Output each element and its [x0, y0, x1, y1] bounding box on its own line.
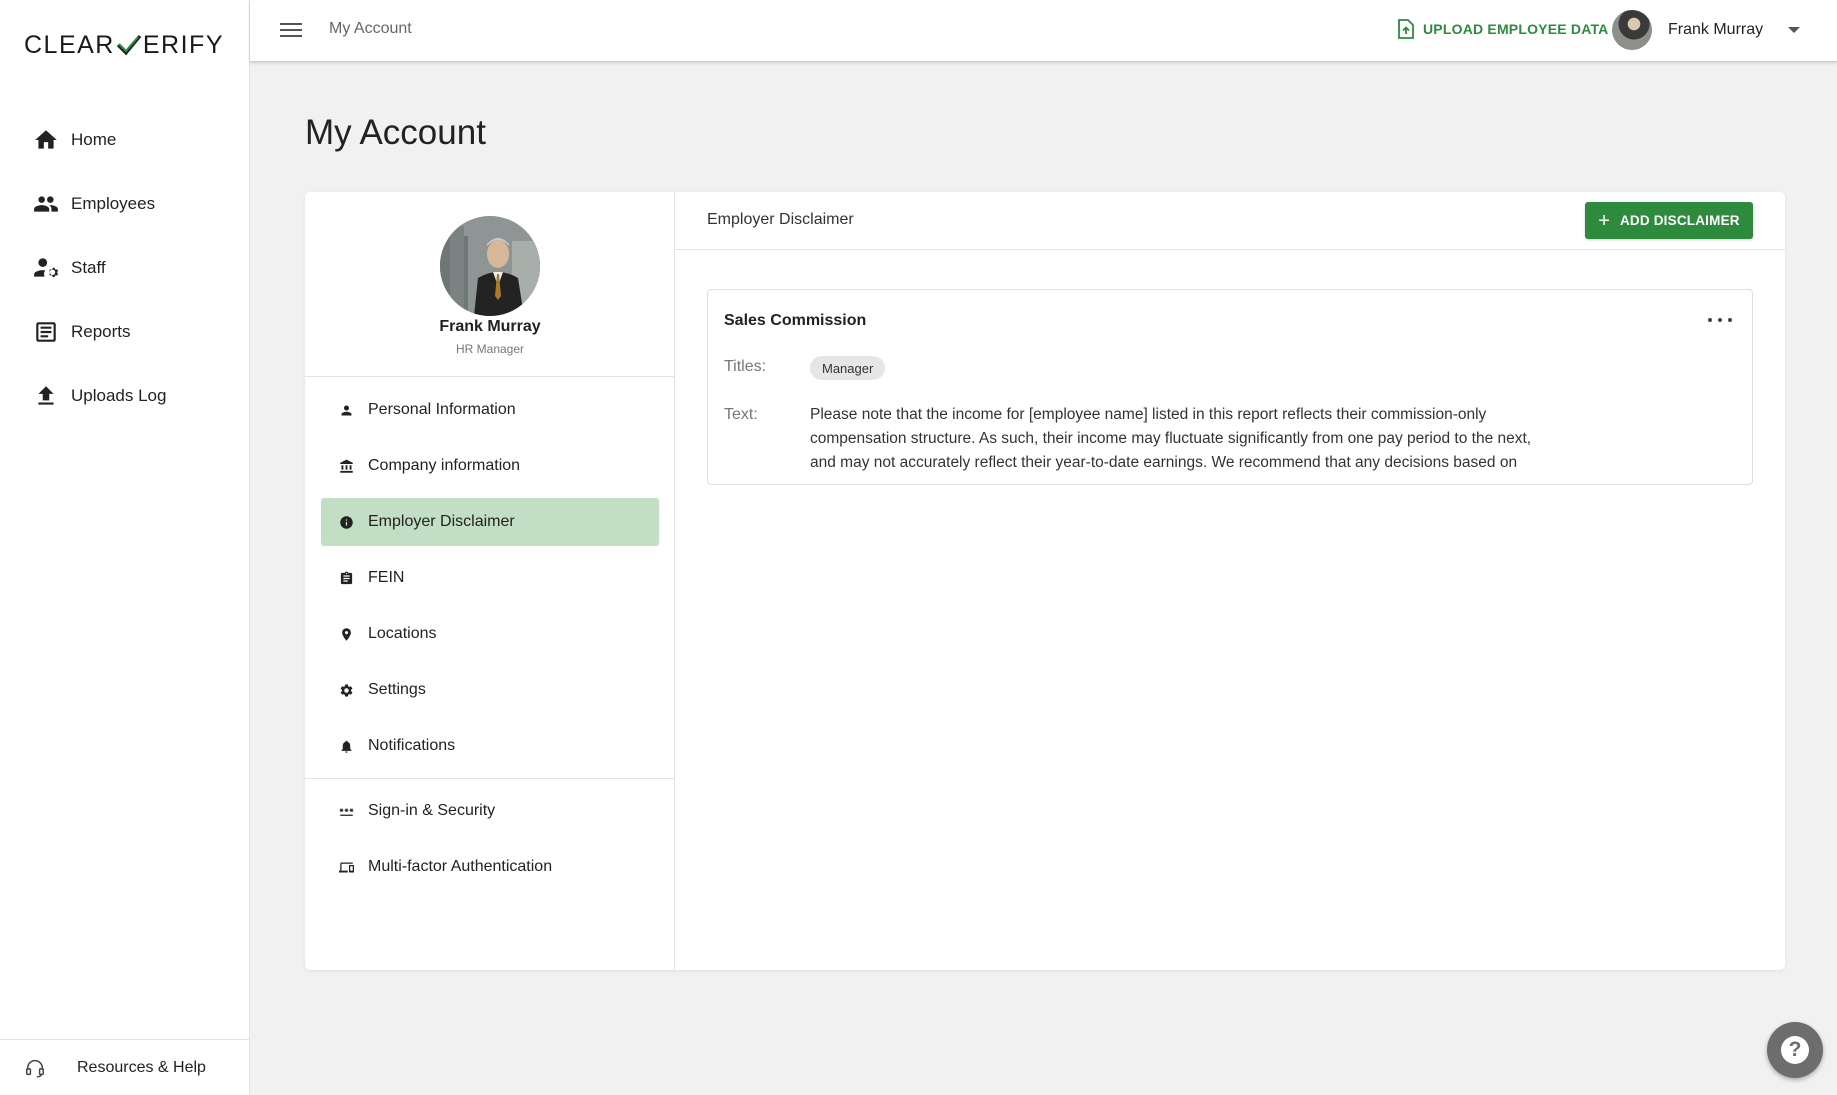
menu-item-notifications[interactable]: Notifications — [321, 722, 659, 770]
profile-name: Frank Murray — [439, 318, 541, 335]
add-disclaimer-label: ADD DISCLAIMER — [1619, 213, 1740, 228]
clipboard-icon — [337, 569, 355, 587]
menu-item-fein[interactable]: FEIN — [321, 554, 659, 602]
checkmark-icon — [116, 34, 142, 56]
menu-item-label: Sign-in & Security — [368, 802, 496, 819]
titles-label: Titles: — [724, 358, 767, 375]
panel-header: Employer Disclaimer + ADD DISCLAIMER — [675, 192, 1785, 250]
clearverify-logo[interactable]: CLEAR ERIFY — [24, 30, 224, 60]
logo-text-right: ERIFY — [142, 30, 224, 59]
title-chip: Manager — [810, 356, 886, 380]
location-pin-icon — [337, 625, 355, 643]
people-icon — [32, 190, 60, 218]
breadcrumb: My Account — [329, 20, 412, 37]
sidebar-item-staff[interactable]: Staff — [0, 236, 250, 300]
menu-item-locations[interactable]: Locations — [321, 610, 659, 658]
disclaimer-card: Sales Commission Titles: Manager Text: P… — [707, 289, 1753, 485]
menu-item-label: Locations — [368, 625, 437, 642]
menu-item-label: Settings — [368, 681, 426, 698]
profile-avatar — [440, 216, 540, 316]
caret-down-icon — [1788, 27, 1801, 33]
sidebar-item-label: Staff — [71, 258, 106, 277]
gear-icon — [337, 681, 355, 699]
menu-item-label: Notifications — [368, 737, 456, 754]
sidebar-item-label: Reports — [71, 322, 131, 341]
info-icon — [337, 513, 355, 531]
bank-icon — [337, 457, 355, 475]
account-menu: Personal Information Company information… — [305, 378, 675, 899]
menu-item-label: Company information — [368, 457, 521, 474]
sidebar-item-home[interactable]: Home — [0, 108, 250, 172]
text-label: Text: — [724, 406, 758, 423]
menu-item-personal-information[interactable]: Personal Information — [321, 386, 659, 434]
panel-title: Employer Disclaimer — [707, 211, 854, 228]
disclaimer-title: Sales Commission — [724, 312, 867, 329]
menu-toggle-icon[interactable] — [280, 20, 302, 40]
more-options-icon[interactable] — [1708, 312, 1732, 328]
resources-help-label: Resources & Help — [77, 1058, 206, 1076]
bell-icon — [337, 737, 355, 755]
account-card: Frank Murray HR Manager Personal Informa… — [305, 192, 1785, 970]
reports-icon — [32, 318, 60, 346]
upload-employee-data-label: UPLOAD EMPLOYEE DATA — [1423, 21, 1609, 37]
menu-item-settings[interactable]: Settings — [321, 666, 659, 714]
sidebar-item-label: Uploads Log — [71, 386, 167, 405]
account-menu-panel: Frank Murray HR Manager Personal Informa… — [305, 192, 675, 970]
menu-item-label: Multi-factor Authentication — [368, 858, 553, 875]
sidebar-item-label: Home — [71, 130, 117, 149]
profile-role: HR Manager — [455, 342, 525, 356]
menu-item-sign-in-security[interactable]: Sign-in & Security — [321, 787, 659, 835]
add-disclaimer-button[interactable]: + ADD DISCLAIMER — [1585, 202, 1753, 239]
user-menu[interactable]: Frank Murray — [1612, 10, 1801, 50]
upload-icon — [32, 382, 60, 410]
menu-item-label: Personal Information — [368, 401, 516, 418]
main-nav: Home Employees Staff Reports Uploads Log — [0, 108, 250, 428]
sidebar: CLEAR ERIFY Home Employees Staff Reports… — [0, 0, 250, 1095]
devices-icon — [337, 858, 355, 876]
avatar — [1612, 10, 1652, 50]
sidebar-item-uploads-log[interactable]: Uploads Log — [0, 364, 250, 428]
disclaimer-panel: Employer Disclaimer + ADD DISCLAIMER Sal… — [675, 192, 1785, 970]
plus-icon: + — [1598, 209, 1610, 232]
page-title: My Account — [305, 113, 486, 152]
disclaimer-text: Please note that the income for [employe… — [810, 406, 1532, 471]
resources-help-link[interactable]: Resources & Help — [0, 1039, 250, 1095]
upload-employee-data-button[interactable]: UPLOAD EMPLOYEE DATA — [1397, 19, 1609, 39]
help-button[interactable]: ? — [1767, 1022, 1823, 1078]
menu-item-company-information[interactable]: Company information — [321, 442, 659, 490]
staff-settings-icon — [32, 254, 60, 282]
password-dots-icon — [337, 802, 355, 820]
question-mark-icon: ? — [1781, 1036, 1809, 1064]
menu-item-employer-disclaimer[interactable]: Employer Disclaimer — [321, 498, 659, 546]
top-bar: My Account UPLOAD EMPLOYEE DATA Frank Mu… — [250, 0, 1837, 62]
logo-text-left: CLEAR — [24, 30, 115, 59]
sidebar-item-reports[interactable]: Reports — [0, 300, 250, 364]
menu-item-multi-factor-authentication[interactable]: Multi-factor Authentication — [321, 843, 659, 891]
file-upload-icon — [1398, 19, 1414, 39]
user-name: Frank Murray — [1668, 21, 1764, 38]
home-icon — [32, 126, 60, 154]
sidebar-item-label: Employees — [71, 194, 156, 213]
menu-divider — [305, 778, 675, 779]
profile-summary: Frank Murray HR Manager — [305, 192, 675, 377]
person-icon — [337, 401, 355, 419]
sidebar-item-employees[interactable]: Employees — [0, 172, 250, 236]
menu-item-label: Employer Disclaimer — [368, 513, 515, 530]
support-headset-icon — [26, 1059, 44, 1077]
menu-item-label: FEIN — [368, 569, 405, 586]
